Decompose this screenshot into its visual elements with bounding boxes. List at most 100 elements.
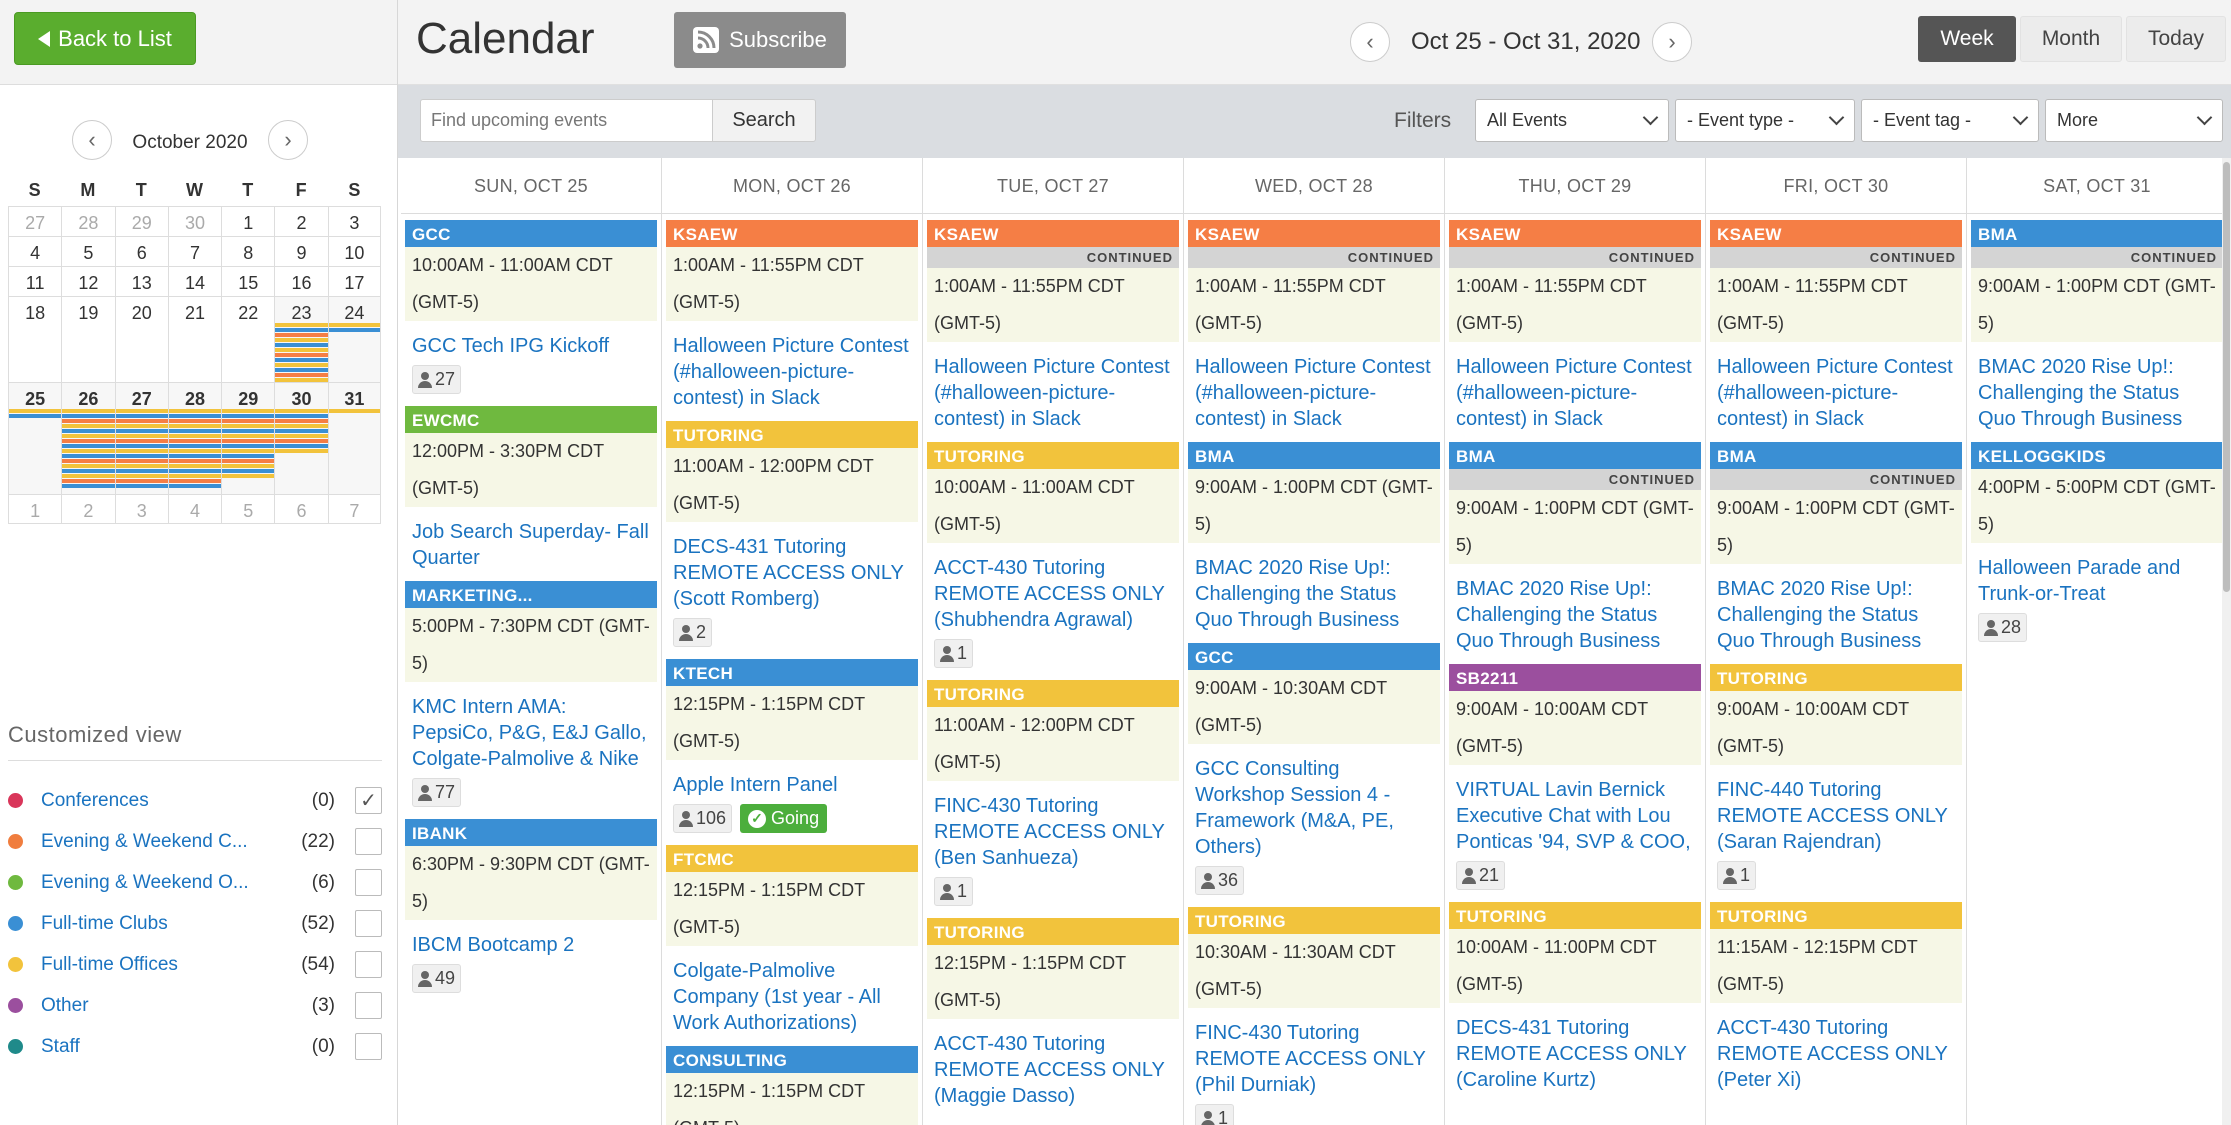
event-card[interactable]: KSAEW CONTINUED 1:00AM - 11:55PM CDT (GMT-… <box>1710 220 1962 438</box>
event-card[interactable]: TUTORING 10:00AM - 11:00AM CDT (GMT-5) ACC… <box>927 442 1179 676</box>
next-week-button[interactable]: › <box>1652 22 1692 62</box>
event-title-link[interactable]: Colgate-Palmolive Company (1st year - Al… <box>666 946 918 1042</box>
week-view-button[interactable]: Week <box>1918 16 2016 62</box>
category-name[interactable]: Full-time Clubs <box>41 913 265 935</box>
event-title-link[interactable]: BMAC 2020 Rise Up!: Challenging the Stat… <box>1449 564 1701 660</box>
mini-day[interactable]: 18 <box>8 297 61 382</box>
event-title-link[interactable]: Halloween Parade and Trunk-or-Treat <box>1971 543 2223 613</box>
mini-day[interactable]: 27 <box>8 207 61 236</box>
attendee-count[interactable]: 2 <box>673 618 713 647</box>
event-card[interactable]: TUTORING 9:00AM - 10:00AM CDT (GMT-5) FINC… <box>1710 664 1962 898</box>
category-item[interactable]: Evening & Weekend O... (6) <box>8 862 382 903</box>
category-name[interactable]: Evening & Weekend C... <box>41 831 265 853</box>
event-title-link[interactable]: Apple Intern Panel <box>666 760 918 804</box>
event-card[interactable]: MARKETING... 5:00PM - 7:30PM CDT (GMT-5) K… <box>405 581 657 815</box>
event-card[interactable]: GCC 10:00AM - 11:00AM CDT (GMT-5) GCC Tech… <box>405 220 657 402</box>
category-checkbox[interactable] <box>355 1033 382 1060</box>
event-card[interactable]: TUTORING 11:15AM - 12:15PM CDT (GMT-5) ACC… <box>1710 902 1962 1099</box>
mini-day[interactable]: 15 <box>221 267 274 296</box>
event-title-link[interactable]: FINC-430 Tutoring REMOTE ACCESS ONLY (Be… <box>927 781 1179 877</box>
attendee-count[interactable]: 77 <box>412 778 462 807</box>
mini-day[interactable]: 4 <box>8 237 61 266</box>
mini-day[interactable]: 28 <box>167 383 222 494</box>
going-badge[interactable]: ✓ Going <box>740 804 828 833</box>
mini-day[interactable]: 29 <box>114 207 168 236</box>
mini-day[interactable]: 29 <box>221 383 275 494</box>
mini-day[interactable]: 6 <box>274 495 327 523</box>
mini-day[interactable]: 11 <box>8 267 61 296</box>
attendee-count[interactable]: 49 <box>412 964 462 993</box>
event-card[interactable]: SB2211 9:00AM - 10:00AM CDT (GMT-5) VIRTUA… <box>1449 664 1701 898</box>
category-item[interactable]: Full-time Offices (54) <box>8 944 382 985</box>
event-title-link[interactable]: KMC Intern AMA: PepsiCo, P&G, E&J Gallo,… <box>405 682 657 778</box>
event-card[interactable]: TUTORING 12:15PM - 1:15PM CDT (GMT-5) ACCT… <box>927 918 1179 1115</box>
attendee-count[interactable]: 36 <box>1195 866 1245 895</box>
category-checkbox[interactable] <box>355 951 382 978</box>
event-card[interactable]: IBANK 6:30PM - 9:30PM CDT (GMT-5) IBCM Boo… <box>405 819 657 1001</box>
event-title-link[interactable]: BMAC 2020 Rise Up!: Challenging the Stat… <box>1710 564 1962 660</box>
event-title-link[interactable]: BMAC 2020 Rise Up!: Challenging the Stat… <box>1971 342 2223 438</box>
event-title-link[interactable]: FINC-440 Tutoring REMOTE ACCESS ONLY (Sa… <box>1710 765 1962 861</box>
event-card[interactable]: BMA CONTINUED 9:00AM - 1:00PM CDT (GMT-5) B… <box>1971 220 2223 438</box>
prev-week-button[interactable]: ‹ <box>1350 22 1390 62</box>
mini-day[interactable]: 26 <box>61 383 115 494</box>
event-card[interactable]: TUTORING 10:00AM - 11:00PM CDT (GMT-5) DEC… <box>1449 902 1701 1099</box>
event-card[interactable]: GCC 9:00AM - 10:30AM CDT (GMT-5) GCC Consu… <box>1188 643 1440 903</box>
attendee-count[interactable]: 106 <box>673 804 733 833</box>
all-events-select[interactable]: All Events <box>1475 99 1669 142</box>
mini-day[interactable]: 20 <box>114 297 168 382</box>
event-card[interactable]: TUTORING 11:00AM - 12:00PM CDT (GMT-5) DEC… <box>666 421 918 655</box>
category-checkbox[interactable] <box>355 828 382 855</box>
event-card[interactable]: KTECH 12:15PM - 1:15PM CDT (GMT-5) Apple I… <box>666 659 918 841</box>
event-title-link[interactable]: BMAC 2020 Rise Up!: Challenging the Stat… <box>1188 543 1440 639</box>
search-input[interactable] <box>420 99 712 142</box>
mini-day[interactable]: 10 <box>327 237 381 266</box>
mini-next-month-button[interactable]: › <box>268 120 308 160</box>
event-title-link[interactable]: Job Search Superday- Fall Quarter <box>405 507 657 577</box>
mini-day[interactable]: 4 <box>167 495 221 523</box>
mini-day[interactable]: 3 <box>114 495 168 523</box>
event-card[interactable]: KELLOGGKIDS 4:00PM - 5:00PM CDT (GMT-5) Ha… <box>1971 442 2223 650</box>
mini-day[interactable]: 23 <box>274 297 328 382</box>
category-name[interactable]: Full-time Offices <box>41 954 265 976</box>
mini-day[interactable]: 1 <box>8 495 61 523</box>
event-card[interactable]: TUTORING 10:30AM - 11:30AM CDT (GMT-5) FIN… <box>1188 907 1440 1125</box>
event-card[interactable]: BMA CONTINUED 9:00AM - 1:00PM CDT (GMT-5) B… <box>1710 442 1962 660</box>
back-to-list-button[interactable]: Back to List <box>14 12 196 65</box>
mini-day[interactable]: 1 <box>221 207 274 236</box>
event-title-link[interactable]: Halloween Picture Contest (#halloween-pi… <box>1188 342 1440 438</box>
mini-day[interactable]: 21 <box>167 297 221 382</box>
mini-day[interactable]: 8 <box>221 237 274 266</box>
search-button[interactable]: Search <box>712 99 816 142</box>
mini-day[interactable]: 2 <box>61 495 114 523</box>
scrollbar-thumb[interactable] <box>2223 162 2230 592</box>
month-view-button[interactable]: Month <box>2020 16 2122 62</box>
mini-day[interactable]: 12 <box>61 267 114 296</box>
event-title-link[interactable]: Halloween Picture Contest (#halloween-pi… <box>666 321 918 417</box>
mini-day[interactable]: 27 <box>114 383 168 494</box>
mini-day[interactable]: 19 <box>61 297 114 382</box>
attendee-count[interactable]: 1 <box>1195 1104 1235 1125</box>
attendee-count[interactable]: 1 <box>934 639 974 668</box>
event-title-link[interactable]: DECS-431 Tutoring REMOTE ACCESS ONLY (Ca… <box>1449 1003 1701 1099</box>
category-name[interactable]: Conferences <box>41 790 265 812</box>
mini-day[interactable]: 17 <box>327 267 381 296</box>
mini-day[interactable]: 14 <box>167 267 221 296</box>
today-button[interactable]: Today <box>2126 16 2226 62</box>
mini-day[interactable]: 5 <box>61 237 114 266</box>
attendee-count[interactable]: 28 <box>1978 613 2028 642</box>
event-title-link[interactable]: GCC Consulting Workshop Session 4 - Fram… <box>1188 744 1440 866</box>
mini-day[interactable]: 22 <box>221 297 274 382</box>
category-item[interactable]: Staff (0) <box>8 1026 382 1067</box>
mini-day[interactable]: 13 <box>114 267 168 296</box>
scrollbar[interactable] <box>2222 158 2231 1125</box>
mini-day[interactable]: 7 <box>327 495 381 523</box>
category-checkbox[interactable] <box>355 992 382 1019</box>
category-item[interactable]: Conferences (0) ✓ <box>8 780 382 821</box>
mini-day[interactable]: 28 <box>61 207 114 236</box>
category-item[interactable]: Full-time Clubs (52) <box>8 903 382 944</box>
event-title-link[interactable]: VIRTUAL Lavin Bernick Executive Chat wit… <box>1449 765 1701 861</box>
event-card[interactable]: FTCMC 12:15PM - 1:15PM CDT (GMT-5) Colgate… <box>666 845 918 1042</box>
attendee-count[interactable]: 21 <box>1456 861 1506 890</box>
category-checkbox[interactable] <box>355 910 382 937</box>
